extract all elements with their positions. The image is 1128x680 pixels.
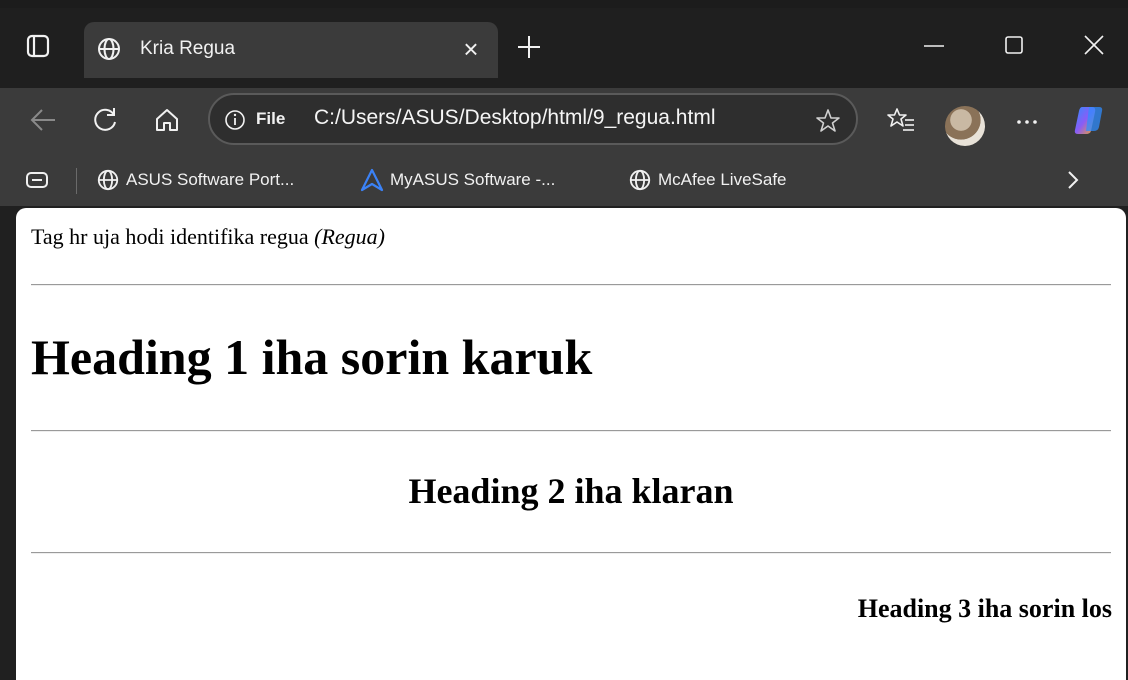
intro-emphasis: (Regua): [314, 224, 386, 249]
intro-text: Tag hr uja hodi identifika regua: [31, 224, 315, 249]
chevron-right-icon[interactable]: [1062, 168, 1084, 192]
close-window-icon[interactable]: [1076, 30, 1112, 62]
globe-icon: [98, 38, 120, 60]
tab-title: Kria Regua: [140, 38, 236, 59]
intro-paragraph: Tag hr uja hodi identifika regua (Regua): [31, 224, 385, 250]
profile-avatar[interactable]: [945, 106, 985, 146]
maximize-icon[interactable]: [996, 30, 1032, 62]
new-tab-icon[interactable]: [514, 32, 544, 62]
heading-2-center: Heading 2 iha klaran: [408, 471, 734, 511]
favorite-star-icon[interactable]: [814, 107, 842, 135]
home-icon[interactable]: [152, 105, 182, 135]
bookmark-label: ASUS Software Port...: [126, 169, 295, 189]
tab-actions-icon[interactable]: [24, 32, 52, 60]
more-options-icon[interactable]: [1012, 105, 1042, 135]
bookmark-asus-software-portal[interactable]: ASUS Software Port...: [96, 166, 294, 192]
scheme-label: File: [256, 109, 286, 128]
bookmark-myasus-software[interactable]: MyASUS Software -...: [360, 166, 555, 192]
url-text[interactable]: C:/Users/ASUS/Desktop/html/9_regua.html: [314, 106, 715, 130]
info-icon[interactable]: [224, 109, 246, 131]
favorites-icon[interactable]: [886, 105, 916, 135]
heading-3-right: Heading 3 iha sorin los: [857, 594, 1112, 623]
back-icon[interactable]: [28, 105, 58, 135]
copilot-icon[interactable]: [1072, 103, 1106, 137]
minimize-icon[interactable]: [916, 30, 952, 62]
horizontal-rule: [31, 430, 1111, 432]
tab-active[interactable]: Kria Regua ×: [84, 22, 498, 78]
myasus-logo-icon: [360, 168, 384, 191]
browser-window: Kria Regua × File C:/Users/ASUS/Desktop/…: [0, 0, 1128, 680]
horizontal-rule: [31, 552, 1111, 554]
reading-list-icon[interactable]: [24, 168, 50, 192]
heading-1-left: Heading 1 iha sorin karuk: [31, 329, 593, 385]
refresh-icon[interactable]: [90, 105, 120, 135]
horizontal-rule: [31, 284, 1111, 286]
tab-bar: Kria Regua ×: [0, 0, 1128, 88]
globe-icon: [629, 169, 651, 190]
page-viewport: Tag hr uja hodi identifika regua (Regua)…: [16, 208, 1126, 680]
address-bar[interactable]: File C:/Users/ASUS/Desktop/html/9_regua.…: [208, 93, 858, 145]
bookmark-mcafee-livesafe[interactable]: McAfee LiveSafe: [628, 166, 787, 192]
globe-icon: [97, 169, 119, 190]
close-tab-icon[interactable]: ×: [456, 34, 486, 64]
bookmark-label: McAfee LiveSafe: [658, 169, 787, 189]
bookmarks-divider: [76, 168, 77, 194]
bookmark-label: MyASUS Software -...: [390, 169, 556, 189]
bookmarks-bar: ASUS Software Port... MyASUS Software -.…: [0, 152, 1128, 206]
